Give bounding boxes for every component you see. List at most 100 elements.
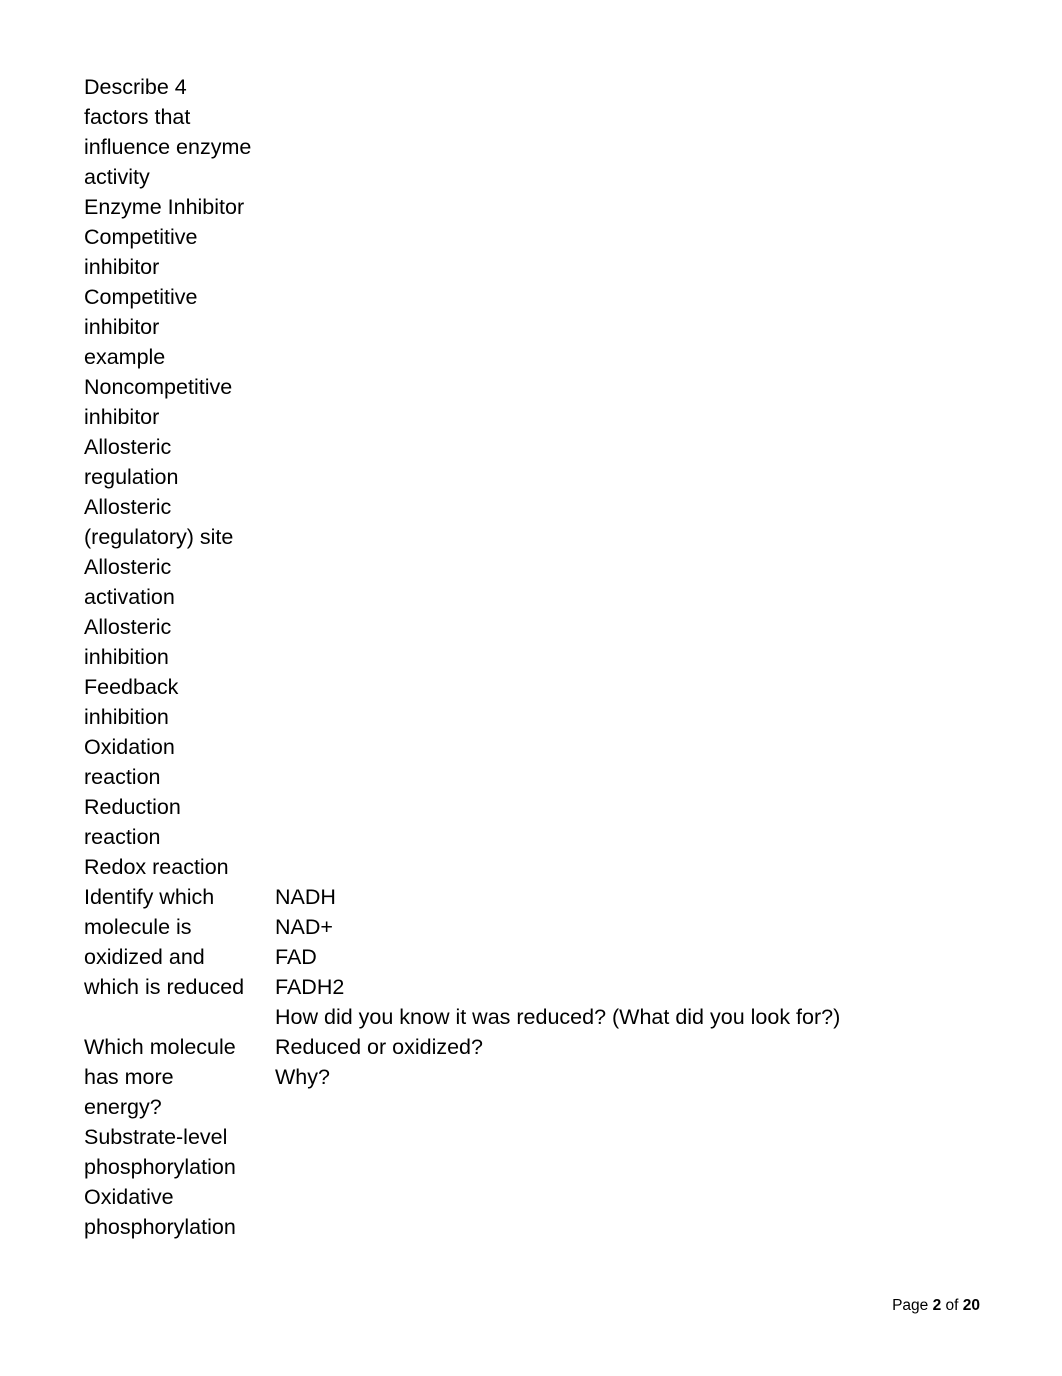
term-cell: Reduction reaction [84, 792, 275, 852]
table-row: Substrate-level phosphorylation [84, 1122, 984, 1182]
answer-line: Reduced or oxidized? [275, 1035, 483, 1059]
term-line: phosphorylation [84, 1215, 236, 1239]
term-line: activation [84, 585, 175, 609]
term-cell: Allosteric inhibition [84, 612, 275, 672]
table-row: Noncompetitive inhibitor [84, 372, 984, 432]
study-guide-table: Describe 4 factors that influence enzyme ac… [84, 72, 984, 1242]
term-line: Which molecule [84, 1035, 236, 1059]
term-line: example [84, 345, 166, 369]
term-line: energy? [84, 1095, 162, 1119]
answer-cell [275, 612, 984, 672]
term-line: has more [84, 1065, 174, 1089]
term-line: regulation [84, 465, 179, 489]
table-row: Enzyme Inhibitor [84, 192, 984, 222]
answer-line: NADH [275, 885, 336, 909]
term-line: Oxidative [84, 1185, 174, 1209]
term-line: Reduction [84, 795, 181, 819]
answer-cell [275, 192, 984, 222]
term-line: activity [84, 165, 150, 189]
term-cell: Competitive inhibitor example [84, 282, 275, 372]
term-line: Allosteric [84, 555, 172, 579]
term-line: Describe 4 [84, 75, 187, 99]
table-row: Redox reaction [84, 852, 984, 882]
term-line: phosphorylation [84, 1155, 236, 1179]
term-line: Allosteric [84, 435, 172, 459]
answer-cell [275, 852, 984, 882]
table-row: Allosteric (regulatory) site [84, 492, 984, 552]
table-row: Feedback inhibition [84, 672, 984, 732]
term-line: Enzyme Inhibitor [84, 195, 245, 219]
term-line: reaction [84, 825, 161, 849]
term-line: inhibitor [84, 315, 160, 339]
answer-line: FAD [275, 945, 317, 969]
term-cell: Identify which molecule is oxidized and whi… [84, 882, 275, 1032]
answer-cell [275, 372, 984, 432]
answer-cell [275, 1182, 984, 1242]
footer-total-pages: 20 [962, 1297, 980, 1314]
answer-line: Why? [275, 1065, 330, 1089]
term-line: Feedback [84, 675, 179, 699]
answer-cell [275, 1122, 984, 1182]
answer-cell [275, 672, 984, 732]
footer-prefix: Page [892, 1297, 933, 1314]
table-row: Competitive inhibitor [84, 222, 984, 282]
term-line: inhibition [84, 645, 169, 669]
answer-cell [275, 492, 984, 552]
term-cell: Allosteric (regulatory) site [84, 492, 275, 552]
term-line: influence enzyme [84, 135, 252, 159]
term-cell: Describe 4 factors that influence enzyme ac… [84, 72, 275, 192]
answer-cell: NADH NAD+ FAD FADH2 How did you know it was … [275, 882, 984, 1032]
term-line: inhibitor [84, 405, 160, 429]
term-line: inhibition [84, 705, 169, 729]
term-cell: Oxidative phosphorylation [84, 1182, 275, 1242]
term-line: Identify which [84, 885, 215, 909]
answer-cell: Reduced or oxidized? Why? [275, 1032, 984, 1122]
table-row: Describe 4 factors that influence enzyme ac… [84, 72, 984, 192]
term-line: Noncompetitive [84, 375, 233, 399]
term-line: factors that [84, 105, 191, 129]
term-line: Competitive [84, 285, 198, 309]
term-line: Oxidation [84, 735, 175, 759]
term-cell: Allosteric activation [84, 552, 275, 612]
term-cell: Which molecule has more energy? [84, 1032, 275, 1122]
term-line: which is reduced [84, 975, 245, 999]
term-cell: Oxidation reaction [84, 732, 275, 792]
term-line: Allosteric [84, 495, 172, 519]
term-line: Redox reaction [84, 855, 229, 879]
table-row: Allosteric regulation [84, 432, 984, 492]
term-line: (regulatory) site [84, 525, 234, 549]
term-line: molecule is [84, 915, 192, 939]
page-footer: Page 2 of 20 [0, 1295, 1062, 1317]
table-row: Identify which molecule is oxidized and whi… [84, 882, 984, 1032]
table-body: Describe 4 factors that influence enzyme ac… [84, 72, 984, 1242]
term-cell: Enzyme Inhibitor [84, 192, 275, 222]
table-row: Oxidative phosphorylation [84, 1182, 984, 1242]
term-line: inhibitor [84, 255, 160, 279]
table-row: Allosteric inhibition [84, 612, 984, 672]
term-cell: Competitive inhibitor [84, 222, 275, 282]
term-cell: Feedback inhibition [84, 672, 275, 732]
term-line: oxidized and [84, 945, 205, 969]
term-cell: Noncompetitive inhibitor [84, 372, 275, 432]
table-row: Allosteric activation [84, 552, 984, 612]
term-line: Allosteric [84, 615, 172, 639]
table-row: Reduction reaction [84, 792, 984, 852]
footer-current-page: 2 [932, 1297, 942, 1314]
answer-cell [275, 552, 984, 612]
term-line: Substrate-level [84, 1125, 228, 1149]
term-line: Competitive [84, 225, 198, 249]
table-row: Which molecule has more energy? Reduced or … [84, 1032, 984, 1122]
answer-cell [275, 792, 984, 852]
footer-middle: of [941, 1297, 963, 1314]
answer-cell [275, 282, 984, 372]
answer-cell [275, 732, 984, 792]
table-row: Competitive inhibitor example [84, 282, 984, 372]
term-line: reaction [84, 765, 161, 789]
term-cell: Redox reaction [84, 852, 275, 882]
answer-line: NAD+ [275, 915, 333, 939]
term-cell: Allosteric regulation [84, 432, 275, 492]
answer-cell [275, 222, 984, 282]
answer-line: FADH2 [275, 975, 345, 999]
term-cell: Substrate-level phosphorylation [84, 1122, 275, 1182]
answer-line: How did you know it was reduced? (What d… [275, 1005, 841, 1029]
